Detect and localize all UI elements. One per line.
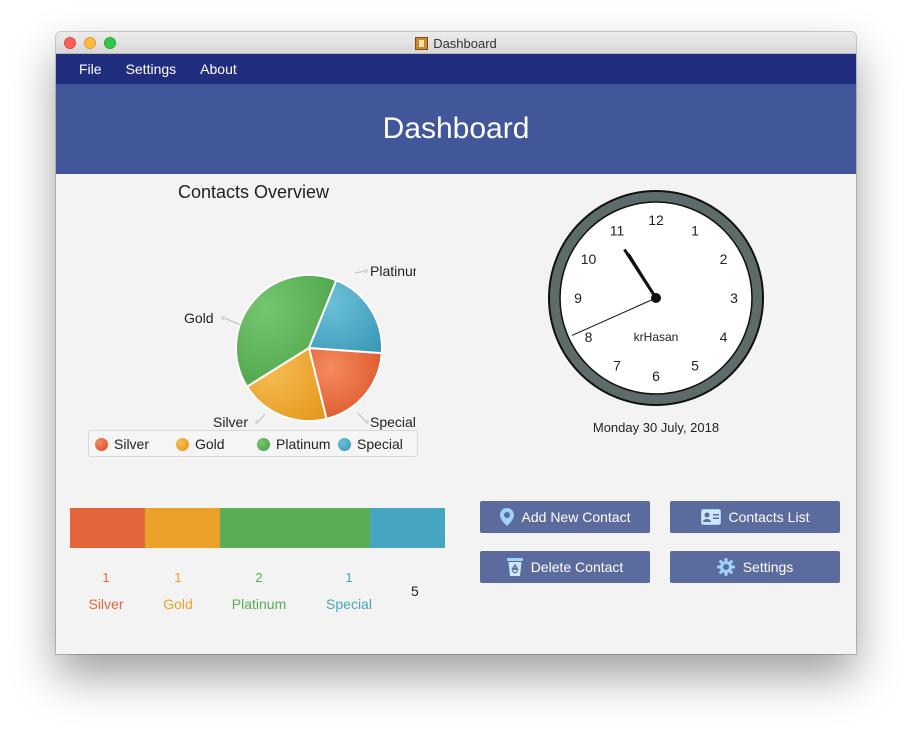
count-platinum: 2 [255,570,263,585]
bar-label-special: Special [326,596,372,612]
bar-label-platinum: Platinum [231,596,287,612]
clock-number-9: 9 [574,290,582,306]
legend-dot-special [338,437,351,451]
bar-segment-silver [70,508,145,548]
map-pin-icon [499,508,514,526]
settings-label: Settings [742,559,794,575]
delete-contact-label: Delete Contact [530,559,624,575]
contacts-list-button[interactable]: Contacts List [670,501,840,533]
pie-legend: Silver Gold Platinum Special [88,430,418,457]
clock-number-11: 11 [610,223,625,239]
pie-label-silver: Silver [213,414,248,430]
contacts-list-label: Contacts List [728,509,810,525]
legend-item-silver: Silver [95,436,149,452]
header-banner: Dashboard [56,84,856,174]
clock-brand-label: krHasan [634,330,679,344]
id-card-icon [700,509,721,525]
app-window: Dashboard File Settings About Dashboard … [56,32,856,654]
legend-label-gold: Gold [195,436,225,452]
page-title: Dashboard [382,112,530,145]
legend-item-gold: Gold [176,436,225,452]
pie-label-gold: Gold [184,310,214,326]
legend-item-special: Special [338,436,403,452]
contacts-pie-chart: Platinum Gold Silver Special [184,263,416,430]
pie-label-platinum: Platinum [370,263,416,279]
menu-file[interactable]: File [79,61,102,77]
legend-label-special: Special [357,436,403,452]
count-gold: 1 [174,570,182,585]
clock-number-12: 12 [648,212,664,228]
gold-leader-line [223,317,242,326]
legend-dot-platinum [257,437,270,451]
clock-number-4: 4 [720,329,728,345]
legend-label-platinum: Platinum [276,436,331,452]
platinum-leader-dot [364,269,368,273]
platinum-leader-line [354,270,366,274]
title-bar: Dashboard [56,32,856,54]
delete-contact-button[interactable]: Delete Contact [480,551,650,583]
settings-button[interactable]: Settings [670,551,840,583]
bar-label-silver: Silver [88,596,124,612]
app-icon [415,36,429,50]
current-date: Monday 30 July, 2018 [592,420,720,435]
legend-item-platinum: Platinum [257,436,330,452]
clock-number-2: 2 [720,251,728,267]
clock-number-7: 7 [613,358,621,374]
gear-icon [716,558,735,576]
add-new-contact-button[interactable]: Add New Contact [480,501,650,533]
count-special: 1 [345,570,353,585]
special-leader-dot [365,420,369,424]
legend-dot-silver [95,437,108,451]
menu-about[interactable]: About [200,61,237,77]
special-leader-line [357,412,367,423]
bar-label-gold: Gold [163,596,193,612]
silver-leader-dot [255,420,259,424]
recycle-bin-icon [506,558,523,576]
clock-center-pin [651,293,661,303]
clock-number-1: 1 [691,223,699,239]
count-silver: 1 [102,570,110,585]
clock-number-10: 10 [581,251,597,267]
legend-label-silver: Silver [114,436,150,452]
total-count: 5 [411,583,419,599]
bar-segment-gold [145,508,220,548]
menu-settings[interactable]: Settings [126,61,177,77]
analog-clock: 121234567891011 krHasan [548,190,764,406]
add-new-contact-label: Add New Contact [521,509,631,525]
clock-number-3: 3 [730,290,738,306]
window-title-wrap: Dashboard [56,32,856,54]
window-title: Dashboard [433,35,497,51]
bar-segment-platinum [220,508,370,548]
clock-number-6: 6 [652,368,660,384]
pie-chart-title: Contacts Overview [177,182,330,202]
silver-leader-line [257,413,266,423]
clock-number-5: 5 [691,358,699,374]
menu-bar: File Settings About [56,54,856,84]
pie-label-special: Special [370,414,416,430]
legend-dot-gold [176,437,189,451]
gold-leader-dot [221,316,225,320]
bar-segment-special [370,508,445,548]
clock-number-8: 8 [585,329,593,345]
